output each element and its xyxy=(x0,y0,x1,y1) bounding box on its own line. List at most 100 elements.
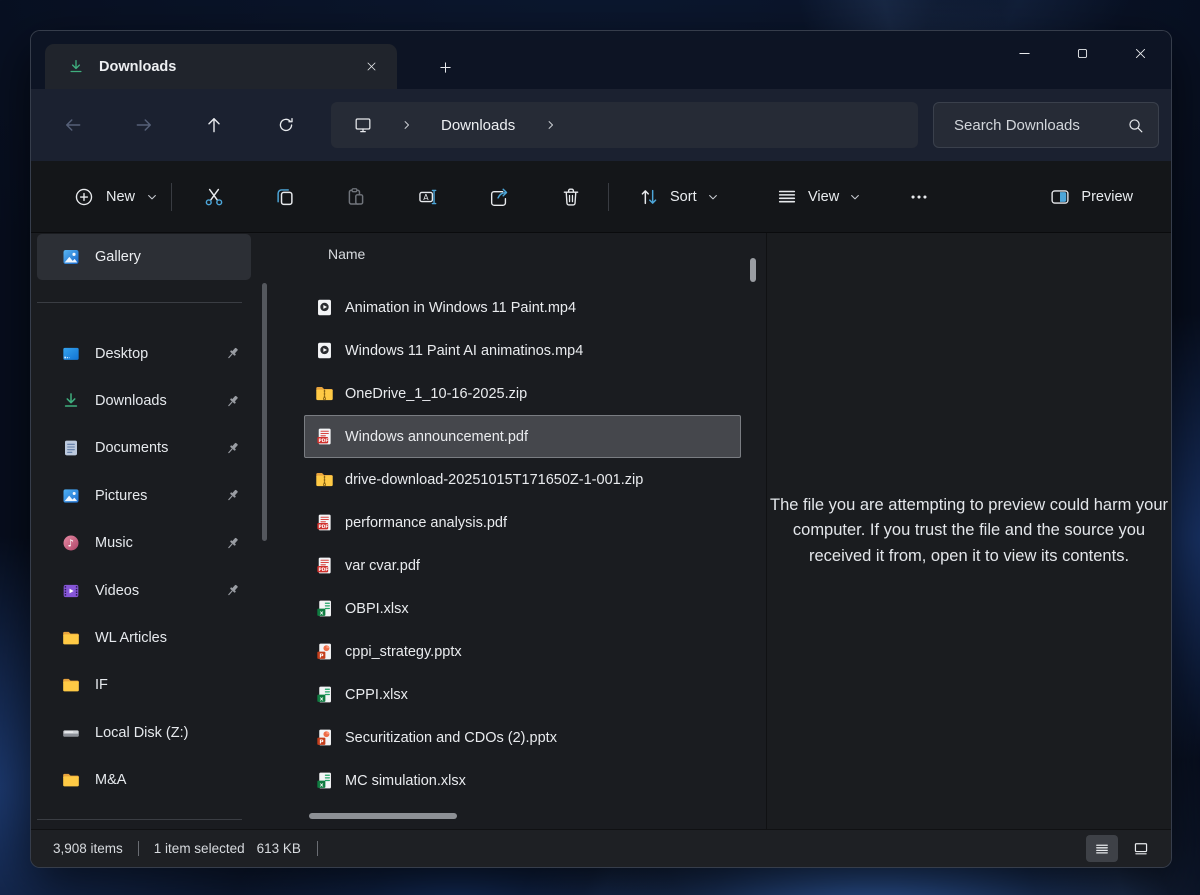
file-type-icon xyxy=(314,469,335,490)
file-list-horizontal-scrollbar[interactable] xyxy=(309,813,457,819)
pin-icon xyxy=(224,393,241,410)
file-row[interactable]: x OBPI.xlsx xyxy=(304,587,741,630)
file-row[interactable]: x MC simulation.xlsx xyxy=(304,759,741,802)
file-name: var cvar.pdf xyxy=(345,558,420,574)
chevron-right-icon[interactable] xyxy=(545,119,557,131)
downloads-icon xyxy=(67,58,85,76)
close-icon xyxy=(365,60,378,73)
file-row[interactable]: P cppi_strategy.pptx xyxy=(304,630,741,673)
close-window-button[interactable] xyxy=(1111,31,1169,75)
search-input[interactable] xyxy=(934,103,1158,147)
sidebar-item-documents[interactable]: Documents xyxy=(37,425,251,472)
sidebar-item-icon xyxy=(61,675,81,695)
svg-text:P: P xyxy=(319,653,323,659)
new-button-label: New xyxy=(106,189,135,205)
file-row[interactable]: drive-download-20251015T171650Z-1-001.zi… xyxy=(304,458,741,501)
search-icon[interactable] xyxy=(1126,116,1145,135)
sidebar-item-wl-articles[interactable]: WL Articles xyxy=(37,614,251,661)
sidebar-item-music[interactable]: ♪ Music xyxy=(37,520,251,567)
file-list-vertical-scrollbar[interactable] xyxy=(750,258,756,282)
file-name: drive-download-20251015T171650Z-1-001.zi… xyxy=(345,472,643,488)
copy-button[interactable] xyxy=(261,175,309,219)
breadcrumb[interactable]: Downloads xyxy=(331,102,918,148)
file-type-icon: P xyxy=(314,727,335,748)
this-pc-icon[interactable] xyxy=(353,115,373,135)
sidebar-item-videos[interactable]: Videos xyxy=(37,567,251,614)
maximize-button[interactable] xyxy=(1053,31,1111,75)
file-row[interactable]: Windows 11 Paint AI animatinos.mp4 xyxy=(304,329,741,372)
file-rows: Animation in Windows 11 Paint.mp4 Window… xyxy=(281,286,766,802)
paste-button[interactable] xyxy=(332,175,380,219)
tab-close-button[interactable] xyxy=(357,53,385,81)
sidebar-item-desktop[interactable]: Desktop xyxy=(37,330,251,377)
items-count: 3,908 items xyxy=(53,841,123,856)
sidebar-item-label: Gallery xyxy=(95,249,141,265)
preview-pane: The file you are attempting to preview c… xyxy=(766,233,1171,829)
plus-icon xyxy=(438,60,453,75)
cut-button[interactable] xyxy=(190,175,238,219)
delete-button[interactable] xyxy=(547,175,595,219)
back-button[interactable] xyxy=(51,103,95,147)
new-plus-icon xyxy=(73,186,95,208)
sort-label: Sort xyxy=(670,189,697,205)
sidebar-item-label: Music xyxy=(95,535,133,551)
file-name: cppi_strategy.pptx xyxy=(345,644,462,660)
preview-toggle-button[interactable]: Preview xyxy=(1037,177,1145,217)
tab-downloads[interactable]: Downloads xyxy=(45,44,397,89)
share-button[interactable] xyxy=(475,175,523,219)
pin-icon xyxy=(224,440,241,457)
up-button[interactable] xyxy=(192,103,236,147)
file-row[interactable]: P Securitization and CDOs (2).pptx xyxy=(304,716,741,759)
file-name: CPPI.xlsx xyxy=(345,687,408,703)
svg-text:A: A xyxy=(423,193,429,202)
sidebar-scrollbar[interactable] xyxy=(262,283,267,541)
file-row[interactable]: x CPPI.xlsx xyxy=(304,673,741,716)
sidebar-item-icon xyxy=(61,628,81,648)
pin-icon xyxy=(224,345,241,362)
see-more-button[interactable] xyxy=(895,175,943,219)
sidebar-item-if[interactable]: IF xyxy=(37,662,251,709)
column-header-name[interactable]: Name xyxy=(328,246,365,262)
sidebar-item-pictures[interactable]: Pictures xyxy=(37,472,251,519)
share-icon xyxy=(488,186,510,208)
sidebar-item-icon xyxy=(61,770,81,790)
forward-icon xyxy=(134,115,154,135)
sidebar-item-local-disk-z-[interactable]: Local Disk (Z:) xyxy=(37,709,251,756)
file-row[interactable]: Animation in Windows 11 Paint.mp4 xyxy=(304,286,741,329)
file-row[interactable]: PDF performance analysis.pdf xyxy=(304,501,741,544)
minimize-button[interactable] xyxy=(995,31,1053,75)
selection-size: 613 KB xyxy=(257,841,301,856)
svg-text:PDF: PDF xyxy=(319,524,329,530)
sidebar-item-downloads[interactable]: Downloads xyxy=(37,377,251,424)
details-view-button[interactable] xyxy=(1086,835,1118,862)
cut-icon xyxy=(203,186,225,208)
refresh-icon xyxy=(276,115,296,135)
file-type-icon: PDF xyxy=(314,426,335,447)
sidebar-item-gallery[interactable]: Gallery xyxy=(37,234,251,280)
forward-button[interactable] xyxy=(122,103,166,147)
new-button[interactable]: New xyxy=(59,177,172,217)
file-name: Windows 11 Paint AI animatinos.mp4 xyxy=(345,343,583,359)
file-row[interactable]: PDF var cvar.pdf xyxy=(304,544,741,587)
tab-strip: Downloads xyxy=(31,31,1171,89)
file-type-icon xyxy=(314,297,335,318)
sidebar-item-icon xyxy=(61,344,81,364)
rename-button[interactable]: A xyxy=(404,175,452,219)
chevron-down-icon xyxy=(707,191,719,203)
sidebar-divider xyxy=(37,819,242,820)
sidebar-item-m-a[interactable]: M&A xyxy=(37,757,251,804)
view-button[interactable]: View xyxy=(764,177,873,217)
file-name: OneDrive_1_10-16-2025.zip xyxy=(345,386,527,402)
chevron-right-icon[interactable] xyxy=(401,119,413,131)
new-tab-button[interactable] xyxy=(427,53,463,81)
window-controls xyxy=(995,31,1169,75)
preview-label: Preview xyxy=(1081,189,1133,205)
toolbar-divider xyxy=(608,183,609,211)
file-row[interactable]: OneDrive_1_10-16-2025.zip xyxy=(304,372,741,415)
breadcrumb-location[interactable]: Downloads xyxy=(441,117,515,134)
sidebar-item-icon xyxy=(61,438,81,458)
sort-button[interactable]: Sort xyxy=(626,177,731,217)
refresh-button[interactable] xyxy=(264,103,308,147)
file-row[interactable]: PDF Windows announcement.pdf xyxy=(304,415,741,458)
large-icons-view-button[interactable] xyxy=(1125,835,1157,862)
